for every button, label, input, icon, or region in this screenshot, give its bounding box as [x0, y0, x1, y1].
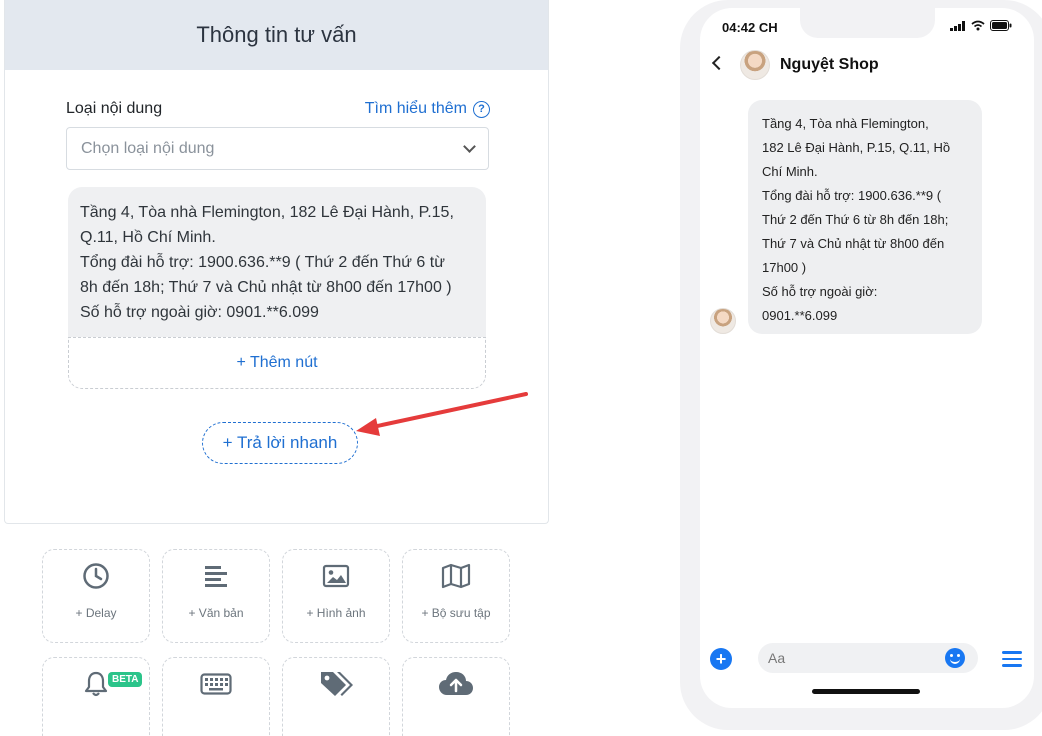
message-line: Q.11, Hồ Chí Minh.: [80, 229, 216, 246]
message-text[interactable]: Tầng 4, Tòa nhà Flemington, 182 Lê Đại H…: [68, 187, 486, 337]
tool-input[interactable]: [162, 657, 270, 736]
bubble-line: Thứ 2 đến Thứ 6 từ 8h đến 18h;: [762, 212, 949, 227]
tool-delay[interactable]: + Delay: [42, 549, 150, 643]
tool-label: + Bộ sưu tập: [421, 606, 491, 620]
beta-badge: BETA: [108, 672, 143, 687]
phone-preview: 04:42 CH Nguyệt Shop Tầng 4, Tòa nhà Fle…: [680, 0, 1042, 730]
app-root: Thông tin tư vấn Loại nội dung Tìm hiểu …: [0, 0, 1042, 736]
learn-more-link[interactable]: Tìm hiểu thêm ?: [365, 100, 490, 118]
tool-label: + Văn bản: [188, 606, 244, 620]
battery-icon: [990, 20, 1012, 31]
status-time: 04:42 CH: [722, 20, 778, 35]
tool-notification[interactable]: BETA: [42, 657, 150, 736]
message-line: Tổng đài hỗ trợ: 1900.636.**9 ( Thứ 2 đế…: [80, 254, 445, 271]
bubble-line: 0901.**6.099: [762, 308, 838, 323]
text-align-icon: [203, 562, 229, 590]
bubble-line: Tổng đài hỗ trợ: 1900.636.**9 (: [762, 188, 942, 203]
message-line: Tầng 4, Tòa nhà Flemington, 182 Lê Đại H…: [80, 204, 454, 221]
select-placeholder: Chọn loại nội dung: [81, 139, 215, 157]
input-placeholder: Aa: [768, 650, 786, 666]
tool-label: + Hình ảnh: [306, 606, 366, 620]
wifi-icon: [971, 20, 985, 31]
avatar: [740, 50, 770, 80]
message-card[interactable]: Tầng 4, Tòa nhà Flemington, 182 Lê Đại H…: [68, 187, 486, 389]
home-indicator: [812, 689, 920, 694]
map-icon: [441, 562, 471, 590]
bubble-line: Số hỗ trợ ngoài giờ:: [762, 284, 878, 299]
clock-icon: [82, 562, 110, 590]
back-arrow-icon[interactable]: [711, 55, 727, 71]
image-icon: [322, 562, 350, 590]
bubble-line: Thứ 7 và Chủ nhật từ 8h00 đến: [762, 236, 945, 251]
phone-notch: [800, 8, 935, 38]
signal-icon: [950, 20, 965, 31]
tool-text[interactable]: + Văn bản: [162, 549, 270, 643]
bubble-line: 182 Lê Đại Hành, P.15, Q.11, Hồ: [762, 140, 951, 155]
quick-reply-button[interactable]: + Trả lời nhanh: [202, 422, 358, 464]
message-avatar: [710, 308, 736, 334]
tags-icon: [318, 670, 354, 698]
tool-upload[interactable]: [402, 657, 510, 736]
add-button[interactable]: + Thêm nút: [68, 337, 486, 389]
question-icon: ?: [473, 100, 490, 118]
bubble-line: Tầng 4, Tòa nhà Flemington,: [762, 116, 929, 131]
content-type-row: Loại nội dung Tìm hiểu thêm ?: [66, 100, 490, 118]
tool-label: + Delay: [75, 606, 117, 620]
phone-screen: 04:42 CH Nguyệt Shop Tầng 4, Tòa nhà Fle…: [700, 8, 1034, 708]
annotation-arrow-icon: [356, 392, 528, 436]
bubble-line: Chí Minh.: [762, 164, 818, 179]
menu-icon[interactable]: [1002, 651, 1022, 671]
message-line: 8h đến 18h; Thứ 7 và Chủ nhật từ 8h00 đế…: [80, 279, 452, 296]
chevron-down-icon: [463, 139, 476, 153]
emoji-icon[interactable]: [945, 648, 965, 668]
tool-tags[interactable]: [282, 657, 390, 736]
tool-gallery[interactable]: + Bộ sưu tập: [402, 549, 510, 643]
message-bubble: Tầng 4, Tòa nhà Flemington, 182 Lê Đại H…: [748, 100, 982, 334]
keyboard-icon: [200, 670, 232, 698]
message-line: Số hỗ trợ ngoài giờ: 0901.**6.099: [80, 304, 319, 321]
bubble-line: 17h00 ): [762, 260, 807, 275]
bell-icon: [83, 670, 109, 698]
panel-title: Thông tin tư vấn: [5, 0, 548, 70]
shop-name: Nguyệt Shop: [780, 56, 879, 73]
content-type-label: Loại nội dung: [66, 100, 163, 117]
content-type-select[interactable]: Chọn loại nội dung: [66, 127, 489, 170]
status-icons: [950, 20, 1012, 31]
consultation-panel: Thông tin tư vấn Loại nội dung Tìm hiểu …: [4, 0, 549, 524]
plus-circle-icon[interactable]: +: [710, 648, 732, 670]
cloud-upload-icon: [438, 670, 474, 698]
learn-more-text: Tìm hiểu thêm: [364, 100, 467, 117]
tool-image[interactable]: + Hình ảnh: [282, 549, 390, 643]
